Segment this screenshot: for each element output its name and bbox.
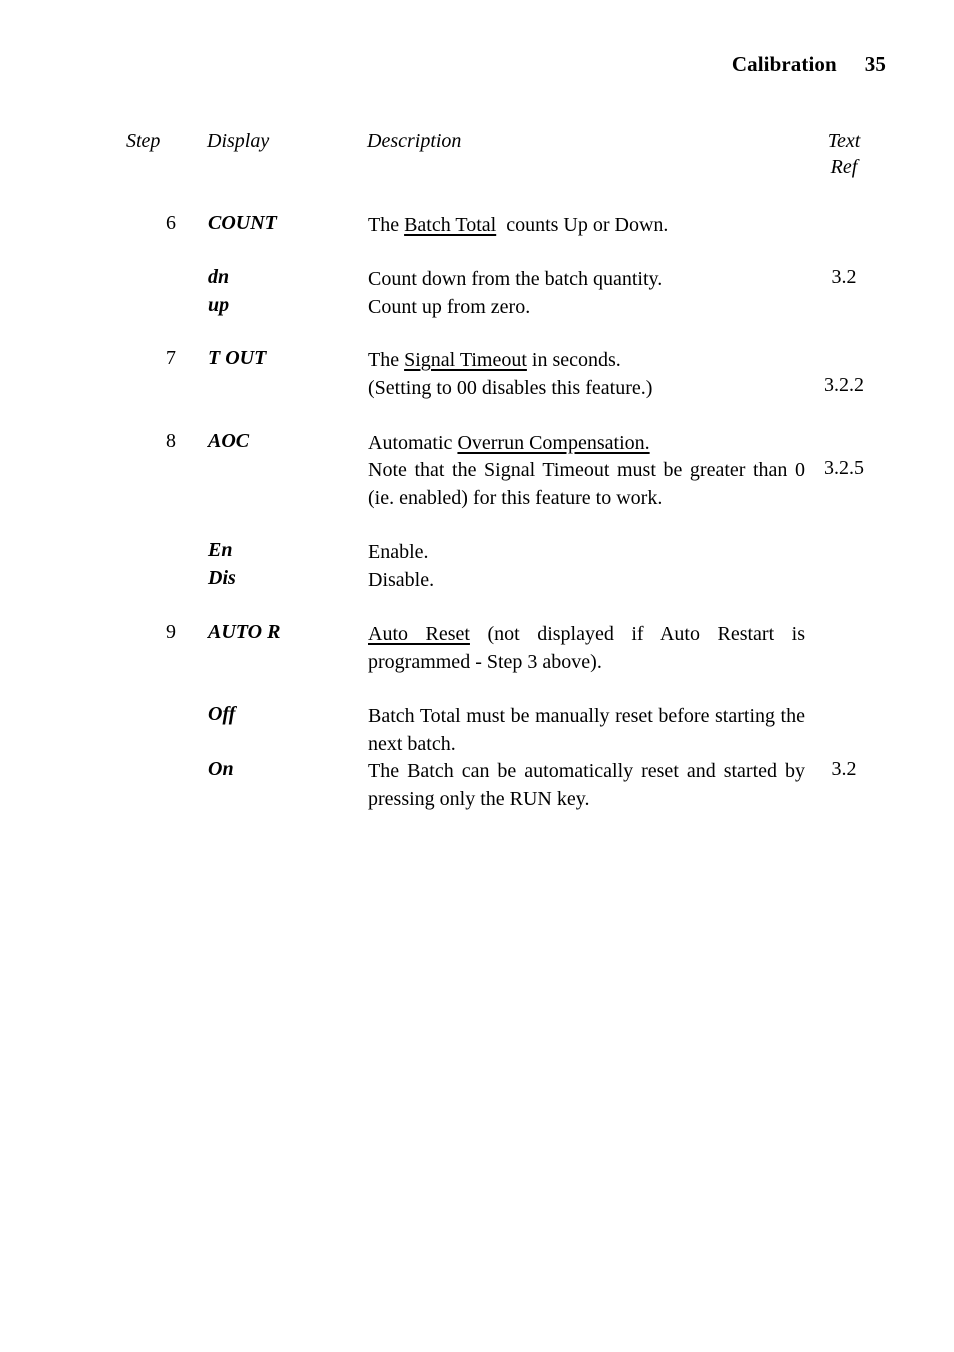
- description-cell: The Batch can be automatically reset and…: [368, 760, 805, 810]
- table-row: 6 COUNT The Batch Total counts Up or Dow…: [0, 212, 954, 240]
- step-number: 9: [166, 621, 176, 643]
- display-label: dn: [208, 266, 230, 288]
- table-row: Dis Disable.: [0, 567, 954, 595]
- description-underlined-term: Batch Total: [404, 214, 497, 236]
- column-header-text-ref-line1: Text: [827, 130, 861, 152]
- description-cell: The Batch Total counts Up or Down.: [368, 212, 805, 240]
- document-page: Calibration 35 Step Display Description …: [0, 0, 954, 1352]
- description-cell: Count up from zero.: [368, 296, 531, 318]
- step-number: 8: [166, 430, 176, 452]
- display-label: AUTO R: [208, 621, 281, 643]
- description-text-line2: (Setting to 00 disables this feature.): [368, 376, 653, 399]
- display-label: Dis: [208, 567, 236, 589]
- description-text-pre: The: [368, 214, 405, 236]
- description-cell: Batch Total must be manually reset befor…: [368, 705, 805, 755]
- display-label: AOC: [208, 430, 250, 452]
- table-row: 7 T OUT The Signal Timeout in seconds. (S…: [0, 347, 954, 403]
- text-reference: 3.2: [831, 266, 857, 288]
- description-body: Note that the Signal Timeout must be gre…: [368, 459, 805, 509]
- table-row: On The Batch can be automatically reset …: [0, 758, 954, 814]
- step-number: 6: [166, 212, 176, 234]
- text-reference: 3.2.5: [824, 457, 864, 479]
- settings-table: Step Display Description Text Ref 6 COUN…: [0, 0, 954, 810]
- description-underlined-term: Auto Reset: [368, 623, 470, 645]
- table-row: 9 AUTO R Auto Reset (not displayed if Au…: [0, 621, 954, 677]
- display-label: On: [208, 758, 234, 780]
- column-header-text-ref-line2: Ref: [830, 156, 858, 178]
- description-text-post: counts Up or Down.: [496, 214, 669, 236]
- table-row: up Count up from zero.: [0, 294, 954, 322]
- display-label: COUNT: [208, 212, 277, 234]
- display-label: En: [208, 539, 233, 561]
- column-header-step: Step: [126, 130, 161, 152]
- description-text-pre: Automatic: [368, 432, 458, 454]
- description-underlined-term: Overrun Compensation.: [457, 432, 650, 454]
- display-label: T OUT: [208, 347, 267, 369]
- description-cell: Count down from the batch quantity.: [368, 268, 663, 290]
- description-text-post: in seconds.: [526, 349, 621, 371]
- description-underlined-term: Signal Timeout: [404, 349, 527, 371]
- text-reference: 3.2.2: [824, 374, 864, 396]
- description-cell: Disable.: [368, 569, 435, 591]
- description-cell: Auto Reset (not displayed if Auto Restar…: [368, 621, 805, 676]
- description-text-pre: The: [368, 349, 405, 371]
- column-header-display: Display: [207, 130, 270, 152]
- description-cell: Automatic Overrun Compensation.: [368, 430, 805, 458]
- column-header-description: Description: [367, 130, 462, 152]
- table-row: Off Batch Total must be manually reset b…: [0, 703, 954, 759]
- step-number: 7: [166, 347, 176, 369]
- table-header-row: Step Display Description Text Ref: [0, 0, 954, 178]
- display-label: up: [208, 294, 230, 316]
- display-label: Off: [208, 703, 236, 725]
- description-cell: The Signal Timeout in seconds. (Setting t…: [368, 347, 805, 402]
- description-cell: Enable.: [368, 541, 429, 563]
- table-row: 8 AOC Automatic Overrun Compensation. No…: [0, 430, 954, 514]
- text-reference: 3.2: [831, 758, 857, 780]
- table-row: dn Count down from the batch quantity. 3…: [0, 266, 954, 294]
- table-row: En Enable.: [0, 539, 954, 567]
